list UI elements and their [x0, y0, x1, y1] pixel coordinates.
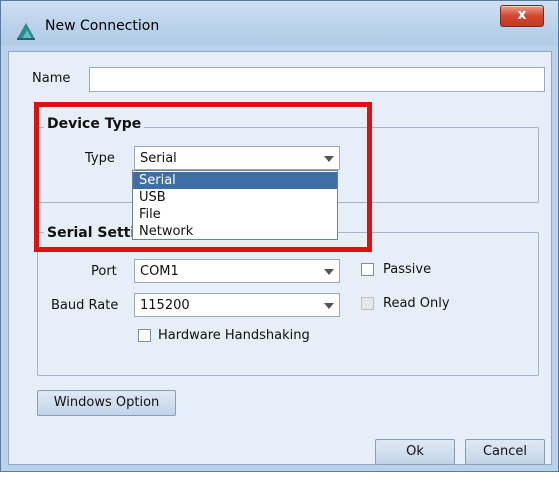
port-label: Port: [91, 264, 117, 279]
name-input[interactable]: [89, 67, 545, 92]
hardware-handshaking-checkbox[interactable]: [138, 329, 151, 342]
baud-rate-select-value: 115200: [140, 298, 190, 313]
baud-rate-label: Baud Rate: [51, 298, 119, 313]
passive-label: Passive: [383, 262, 432, 277]
highlight-box: [34, 102, 372, 252]
windows-option-button[interactable]: Windows Option: [37, 390, 176, 416]
close-button[interactable]: x: [500, 5, 544, 27]
window-title: New Connection: [45, 18, 160, 34]
port-select-value: COM1: [140, 264, 179, 279]
cancel-button[interactable]: Cancel: [465, 439, 545, 465]
name-label: Name: [32, 71, 71, 86]
port-select[interactable]: COM1: [134, 259, 340, 283]
read-only-label: Read Only: [383, 296, 450, 311]
title-bar[interactable]: New Connection x: [1, 1, 558, 45]
chevron-down-icon[interactable]: [324, 269, 334, 275]
app-logo-icon: [17, 23, 35, 40]
hardware-handshaking-label: Hardware Handshaking: [158, 328, 310, 343]
chevron-down-icon[interactable]: [324, 303, 334, 309]
read-only-checkbox: [361, 297, 374, 310]
ok-button[interactable]: Ok: [375, 439, 455, 465]
passive-checkbox[interactable]: [361, 263, 374, 276]
baud-rate-select[interactable]: 115200: [134, 293, 340, 317]
